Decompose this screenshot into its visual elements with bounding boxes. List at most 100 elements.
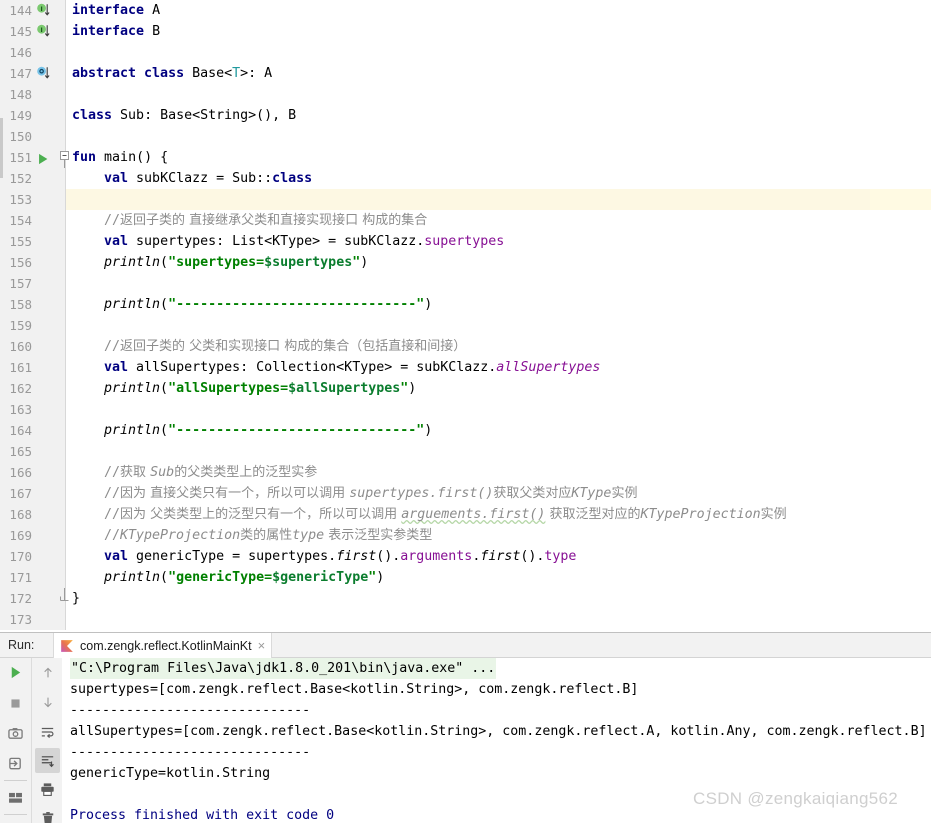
code-lines[interactable]: 144 Iinterface A 145 Iinterface B 146 147 abst… (0, 0, 931, 630)
layout-button[interactable] (3, 785, 28, 810)
editor-gutter-cell[interactable]: 163 (0, 399, 66, 420)
editor-gutter-cell[interactable]: 155 (0, 231, 66, 252)
editor-gutter-cell[interactable]: 154 (0, 210, 66, 231)
line-number: 165 (9, 444, 32, 459)
editor-gutter-cell[interactable]: 173 (0, 609, 66, 630)
clear-all-button[interactable] (35, 806, 60, 823)
code-line[interactable]: 165 (0, 441, 931, 462)
editor-gutter-cell[interactable]: 166 (0, 462, 66, 483)
run-toolbar-primary[interactable] (0, 658, 31, 823)
fold-collapse-icon[interactable] (60, 147, 71, 168)
code-line[interactable]: 155 val supertypes: List<KType> = subKCla… (0, 231, 931, 252)
toolbar-divider (4, 780, 27, 781)
subclassed-class-icon[interactable] (36, 66, 52, 82)
editor-gutter-cell[interactable]: 152 (0, 168, 66, 189)
editor-gutter-cell[interactable]: 172 (0, 588, 66, 609)
console-line: allSupertypes=[com.zengk.reflect.Base<ko… (62, 721, 931, 742)
rerun-button[interactable] (3, 660, 28, 685)
editor-scroll-thumb[interactable] (0, 118, 3, 178)
run-configuration-tab[interactable]: com.zengk.reflect.KotlinMainKt × (53, 633, 273, 658)
kotlin-logo-icon (61, 639, 73, 652)
editor-gutter-cell[interactable]: 167 (0, 483, 66, 504)
code-line[interactable]: 171 println("genericType=$genericType") (0, 567, 931, 588)
code-line[interactable]: 159 (0, 315, 931, 336)
editor-gutter-cell[interactable]: 144 I (0, 0, 66, 21)
editor-gutter-cell[interactable]: 145 I (0, 21, 66, 42)
implemented-interface-icon[interactable]: I (36, 3, 52, 19)
editor-gutter-cell[interactable]: 157 (0, 273, 66, 294)
editor-gutter-cell[interactable]: 149 (0, 105, 66, 126)
editor-gutter-cell[interactable]: 159 (0, 315, 66, 336)
editor-gutter-cell[interactable]: 146 (0, 42, 66, 63)
line-number: 157 (9, 276, 32, 291)
code-text: } (72, 591, 81, 606)
close-tab-icon[interactable]: × (258, 639, 266, 652)
code-line[interactable]: 163 (0, 399, 931, 420)
code-line[interactable]: 160 //返回子类的 父类和实现接口 构成的集合（包括直接和间接） (0, 336, 931, 357)
code-line[interactable]: 153 (0, 189, 931, 210)
stop-button[interactable] (3, 691, 28, 716)
editor-gutter-cell[interactable]: 161 (0, 357, 66, 378)
console-line-text: allSupertypes=[com.zengk.reflect.Base<ko… (70, 724, 927, 739)
editor-gutter-cell[interactable]: 165 (0, 441, 66, 462)
code-line[interactable]: 150 (0, 126, 931, 147)
run-tab-title: com.zengk.reflect.KotlinMainKt (80, 638, 252, 653)
code-line[interactable]: 164 println("----------------------------… (0, 420, 931, 441)
code-line[interactable]: 145 Iinterface B (0, 21, 931, 42)
editor-gutter-cell[interactable]: 151 (0, 147, 66, 168)
editor-gutter-cell[interactable]: 158 (0, 294, 66, 315)
print-button[interactable] (35, 777, 60, 802)
code-line[interactable]: 151 fun main() { (0, 147, 931, 168)
editor-gutter-cell[interactable]: 150 (0, 126, 66, 147)
code-line[interactable]: 167 //因为 直接父类只有一个，所以可以调用 supertypes.first… (0, 483, 931, 504)
code-line[interactable]: 152 val subKClazz = Sub::class (0, 168, 931, 189)
editor-gutter-cell[interactable]: 156 (0, 252, 66, 273)
code-line[interactable]: 170 val genericType = supertypes.first().… (0, 546, 931, 567)
code-line[interactable]: 168 //因为 父类类型上的泛型只有一个，所以可以调用 arguements.f… (0, 504, 931, 525)
scroll-down-button[interactable] (35, 689, 60, 714)
svg-text:I: I (40, 6, 42, 13)
line-number: 145 (9, 24, 32, 39)
editor-gutter-cell[interactable]: 162 (0, 378, 66, 399)
code-line[interactable]: 147 abstract class Base<T>: A (0, 63, 931, 84)
code-line[interactable]: 156 println("supertypes=$supertypes") (0, 252, 931, 273)
code-line[interactable]: 161 val allSupertypes: Collection<KType> … (0, 357, 931, 378)
soft-wrap-button[interactable] (35, 719, 60, 744)
code-line[interactable]: 158 println("----------------------------… (0, 294, 931, 315)
code-line[interactable]: 173 (0, 609, 931, 630)
scroll-up-button[interactable] (35, 660, 60, 685)
dump-threads-button[interactable] (3, 721, 28, 746)
code-line[interactable]: 169 //KTypeProjection类的属性type 表示泛型实参类型 (0, 525, 931, 546)
editor-gutter-cell[interactable]: 169 (0, 525, 66, 546)
code-line[interactable]: 157 (0, 273, 931, 294)
editor-gutter-cell[interactable]: 153 (0, 189, 66, 210)
pin-tab-button[interactable] (3, 818, 28, 823)
current-line-highlight (66, 189, 870, 210)
code-line[interactable]: 148 (0, 84, 931, 105)
code-line[interactable]: 146 (0, 42, 931, 63)
code-line[interactable]: 162 println("allSupertypes=$allSupertypes… (0, 378, 931, 399)
editor-gutter-cell[interactable]: 148 (0, 84, 66, 105)
code-line[interactable]: 144 Iinterface A (0, 0, 931, 21)
editor-gutter-cell[interactable]: 168 (0, 504, 66, 525)
code-line[interactable]: 166 //获取 Sub的父类类型上的泛型实参 (0, 462, 931, 483)
scroll-to-end-button[interactable] (35, 748, 60, 773)
code-text: interface B (72, 24, 161, 39)
code-line[interactable]: 172} (0, 588, 931, 609)
code-line[interactable]: 154 //返回子类的 直接继承父类和直接实现接口 构成的集合 (0, 210, 931, 231)
editor-gutter-cell[interactable]: 164 (0, 420, 66, 441)
line-number: 146 (9, 45, 32, 60)
code-line[interactable]: 149 class Sub: Base<String>(), B (0, 105, 931, 126)
attach-button[interactable] (3, 751, 28, 776)
editor-gutter-cell[interactable]: 147 (0, 63, 66, 84)
run-toolbar-secondary[interactable] (31, 658, 62, 823)
editor-gutter-cell[interactable]: 171 (0, 567, 66, 588)
line-number: 161 (9, 360, 32, 375)
console-output[interactable]: "C:\Program Files\Java\jdk1.8.0_201\bin\… (62, 658, 931, 823)
editor-gutter-cell[interactable]: 170 (0, 546, 66, 567)
fold-end-icon[interactable] (60, 588, 71, 609)
run-gutter-icon[interactable] (36, 150, 52, 166)
code-editor[interactable]: 144 Iinterface A 145 Iinterface B 146 147 abst… (0, 0, 931, 632)
implemented-interface-icon[interactable]: I (36, 24, 52, 40)
editor-gutter-cell[interactable]: 160 (0, 336, 66, 357)
